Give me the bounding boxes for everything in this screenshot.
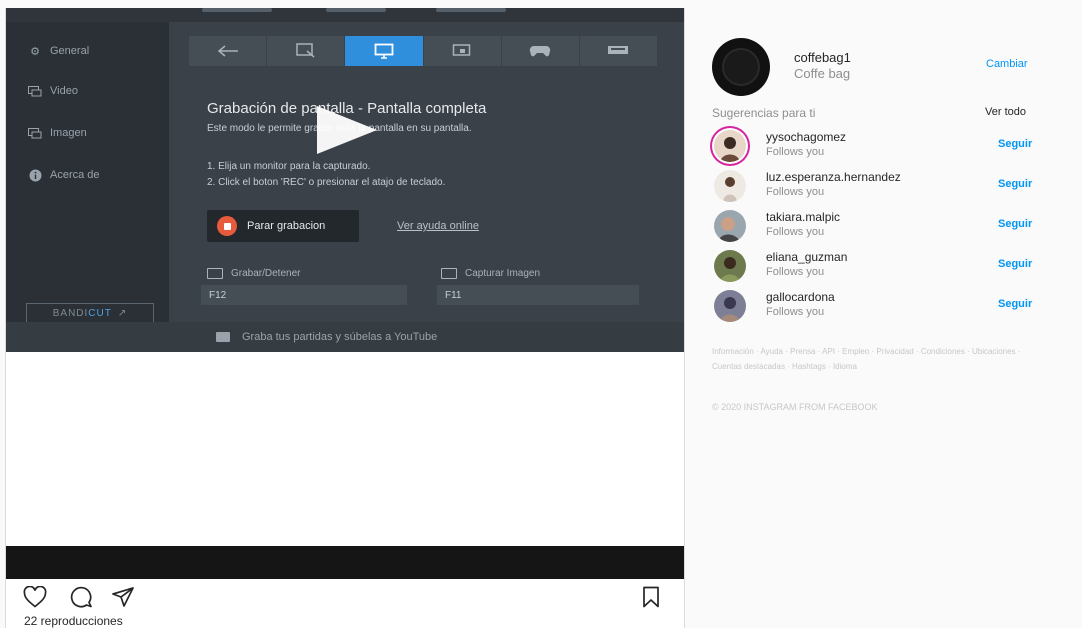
hotkey-capture-field: F11 [437, 285, 639, 305]
view-count[interactable]: 22 reproducciones [24, 614, 123, 628]
bandicam-menu-general: ⚙ General [28, 40, 89, 62]
video-frame-blank [6, 352, 684, 546]
video-top-strip [6, 8, 684, 23]
suggestion-username[interactable]: luz.esperanza.hernandez [766, 170, 901, 184]
hotkey-record-field: F12 [201, 285, 407, 305]
youtube-tip-bar: Graba tus partidas y súbelas a YouTube [6, 322, 684, 352]
bandicam-sidebar: ⚙ General Video Imagen Acerca de BANDICU… [6, 22, 169, 323]
suggestion-subtitle: Follows you [766, 226, 825, 238]
info-icon [28, 168, 42, 182]
gear-icon: ⚙ [30, 45, 40, 58]
video-frame-dark-strip [6, 546, 684, 579]
bandicam-menu-about: Acerca de [28, 164, 100, 186]
avatar[interactable] [714, 130, 746, 162]
current-user-avatar[interactable] [712, 38, 770, 96]
follow-button[interactable]: Seguir [998, 298, 1032, 310]
device-mode-icon [580, 36, 657, 66]
video-player[interactable]: ⚙ General Video Imagen Acerca de BANDICU… [6, 8, 684, 352]
bandicam-mode-toolbar [189, 36, 657, 66]
share-direct-icon[interactable] [110, 586, 136, 608]
avatar[interactable] [714, 210, 746, 242]
external-link-icon: ↗ [117, 307, 128, 319]
bandicam-menu-video: Video [28, 80, 78, 102]
keyboard-icon [441, 268, 457, 279]
suggestion-subtitle: Follows you [766, 146, 825, 158]
current-username[interactable]: coffebag1 [794, 50, 851, 65]
suggestion-username[interactable]: yysochagomez [766, 130, 846, 144]
post-card: ⚙ General Video Imagen Acerca de BANDICU… [5, 8, 685, 628]
hotkey-record-label: Grabar/Detener [207, 268, 300, 279]
follow-button[interactable]: Seguir [998, 258, 1032, 270]
footer-links[interactable]: Información · Ayuda · Prensa · API · Emp… [712, 344, 1042, 374]
rectangle-mode-icon [267, 36, 346, 66]
play-button[interactable] [303, 102, 383, 158]
play-icon [317, 106, 377, 154]
bandicut-logo: BANDICUT ↗ [26, 303, 154, 323]
post-actions [6, 580, 684, 612]
bandicam-step-1: 1. Elija un monitor para la capturado. [207, 161, 371, 172]
right-sidebar: coffebag1 Coffe bag Cambiar Sugerencias … [700, 0, 1082, 628]
suggestion-row: eliana_guzman Follows you Seguir [700, 250, 1082, 286]
around-mouse-mode-icon [424, 36, 502, 66]
suggestion-row: yysochagomez Follows you Seguir [700, 130, 1082, 166]
follow-button[interactable]: Seguir [998, 178, 1032, 190]
online-help-link: Ver ayuda online [397, 220, 479, 232]
bandicam-menu-image: Imagen [28, 122, 87, 144]
suggestion-username[interactable]: gallocardona [766, 290, 835, 304]
suggestion-subtitle: Follows you [766, 186, 825, 198]
like-heart-icon[interactable] [22, 586, 48, 608]
suggestions-heading: Sugerencias para ti [712, 106, 816, 120]
bandicam-main-panel: Grabación de pantalla - Pantalla complet… [169, 22, 684, 322]
avatar[interactable] [714, 250, 746, 282]
keyboard-icon [207, 268, 223, 279]
record-icon [217, 216, 237, 236]
gamepad-icon [216, 332, 230, 342]
save-bookmark-icon[interactable] [638, 586, 664, 608]
suggestion-row: luz.esperanza.hernandez Follows you Segu… [700, 170, 1082, 206]
current-fullname: Coffe bag [794, 66, 851, 81]
follow-button[interactable]: Seguir [998, 218, 1032, 230]
suggestion-username[interactable]: takiara.malpic [766, 210, 840, 224]
stop-recording-button: Parar grabacion [207, 210, 359, 242]
comment-icon[interactable] [68, 586, 94, 608]
video-icon [28, 84, 42, 98]
suggestion-subtitle: Follows you [766, 306, 825, 318]
follow-button[interactable]: Seguir [998, 138, 1032, 150]
suggestion-row: gallocardona Follows you Seguir [700, 290, 1082, 326]
bandicam-step-2: 2. Click el boton 'REC' o presionar el a… [207, 177, 446, 188]
suggestion-row: takiara.malpic Follows you Seguir [700, 210, 1082, 246]
avatar[interactable] [714, 290, 746, 322]
copyright-text: © 2020 INSTAGRAM FROM FACEBOOK [712, 402, 878, 412]
suggestion-username[interactable]: eliana_guzman [766, 250, 847, 264]
hotkey-capture-label: Capturar Imagen [441, 268, 540, 279]
suggestion-subtitle: Follows you [766, 266, 825, 278]
avatar[interactable] [714, 170, 746, 202]
image-icon [28, 126, 42, 140]
fullscreen-mode-icon [345, 36, 424, 66]
back-arrow-icon [189, 36, 268, 66]
gamepad-icon [502, 36, 580, 66]
see-all-link[interactable]: Ver todo [985, 106, 1026, 118]
switch-account-link[interactable]: Cambiar [986, 58, 1028, 70]
